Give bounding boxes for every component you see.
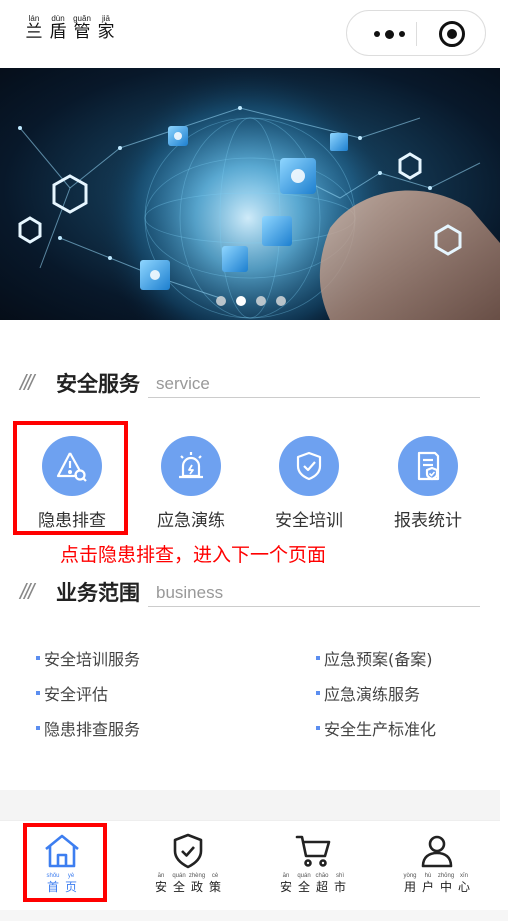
business-item[interactable]: 应急演练服务 <box>316 681 420 705</box>
hanzi: 用 <box>403 880 416 894</box>
business-section-header: /// 业务范围 business <box>20 577 480 611</box>
tab-safety-policy[interactable]: ān 安 quán 全 zhèng 政 cè 策 <box>133 831 243 894</box>
bullet <box>316 656 320 660</box>
service-safety-training[interactable]: 安全培训 <box>254 436 364 531</box>
business-item-label: 安全评估 <box>44 685 109 704</box>
hanzi: 家 <box>97 22 115 42</box>
pinyin: quán <box>297 873 311 879</box>
report-document-icon <box>398 436 458 496</box>
title-char: dùn 盾 <box>48 14 68 42</box>
tab-user-center[interactable]: yòng 用 hù 户 zhōng 中 xīn 心 <box>382 831 492 894</box>
more-dots-icon[interactable] <box>365 23 413 45</box>
carousel-dot[interactable] <box>276 296 286 306</box>
business-item[interactable]: 安全评估 <box>36 681 108 705</box>
shield-check-icon <box>166 831 210 871</box>
business-item-label: 安全生产标准化 <box>324 720 437 739</box>
bullet <box>316 691 320 695</box>
hanzi: 策 <box>208 880 221 894</box>
bullet <box>36 691 40 695</box>
title-char: guǎn 管 <box>72 14 92 42</box>
decorative-slashes: /// <box>20 579 34 604</box>
business-title: 业务范围 <box>56 581 140 605</box>
app-title: lán 兰 dùn 盾 guǎn 管 jiā 家 <box>24 14 116 42</box>
banner-carousel[interactable] <box>0 68 500 320</box>
services-section-header: /// 安全服务 service <box>20 368 480 402</box>
business-subtitle: business <box>156 583 224 602</box>
target-circle-icon[interactable] <box>439 21 465 47</box>
section-spacer <box>0 790 500 820</box>
title-char: jiā 家 <box>96 14 116 42</box>
pinyin: ān <box>282 873 290 879</box>
pinyin: shì <box>335 873 344 879</box>
shield-check-icon <box>279 436 339 496</box>
bullet <box>36 656 40 660</box>
shopping-cart-icon <box>291 831 335 871</box>
pinyin: cè <box>211 873 219 879</box>
business-item-label: 隐患排查服务 <box>44 720 141 739</box>
bullet <box>36 726 40 730</box>
bottom-safe-area <box>0 910 508 921</box>
business-item-label: 应急演练服务 <box>324 685 421 704</box>
hanzi: 户 <box>421 880 434 894</box>
carousel-dot[interactable] <box>236 296 246 306</box>
pinyin: zhōng <box>437 873 455 879</box>
capsule-divider <box>416 22 417 46</box>
business-item[interactable]: 安全培训服务 <box>36 646 140 670</box>
divider-line <box>148 397 480 398</box>
pinyin: hù <box>424 873 432 879</box>
service-report-statistics[interactable]: 报表统计 <box>373 436 483 531</box>
hanzi: 盾 <box>49 22 67 42</box>
instruction-hint: 点击隐患排查，进入下一个页面 <box>60 544 327 566</box>
carousel-dot[interactable] <box>216 296 226 306</box>
highlight-box-home-tab <box>23 823 107 902</box>
service-label: 应急演练 <box>157 511 225 531</box>
hanzi: 中 <box>439 880 452 894</box>
title-char: lán 兰 <box>24 14 44 42</box>
banner-image <box>18 68 500 320</box>
services-title: 安全服务 <box>56 372 140 396</box>
hanzi: 管 <box>73 22 91 42</box>
business-item[interactable]: 安全生产标准化 <box>316 716 436 740</box>
business-item-label: 安全培训服务 <box>44 650 141 669</box>
pinyin: zhèng <box>188 873 206 879</box>
carousel-dot[interactable] <box>256 296 266 306</box>
pinyin: xīn <box>459 873 468 879</box>
tab-label: ān 安 quán 全 zhèng 政 cè 策 <box>153 873 223 894</box>
business-item-label: 应急预案(备案) <box>324 650 433 669</box>
highlight-box-hazard <box>13 421 128 535</box>
service-label: 报表统计 <box>394 511 462 531</box>
hanzi: 全 <box>172 880 185 894</box>
decorative-slashes: /// <box>20 370 34 395</box>
tab-safety-mall[interactable]: ān 安 quán 全 chāo 超 shì 市 <box>258 831 368 894</box>
alarm-siren-icon <box>161 436 221 496</box>
hanzi: 安 <box>154 880 167 894</box>
hanzi: 政 <box>190 880 203 894</box>
divider-line <box>148 606 480 607</box>
miniprogram-capsule <box>346 10 486 56</box>
hanzi: 超 <box>315 880 328 894</box>
hanzi: 全 <box>297 880 310 894</box>
tab-label: ān 安 quán 全 chāo 超 shì 市 <box>278 873 348 894</box>
pinyin: quán <box>172 873 186 879</box>
bullet <box>316 726 320 730</box>
hanzi: 心 <box>457 880 470 894</box>
tab-label: yòng 用 hù 户 zhōng 中 xīn 心 <box>402 873 472 894</box>
hanzi: 市 <box>333 880 346 894</box>
user-icon <box>415 831 459 871</box>
hanzi: 安 <box>279 880 292 894</box>
pinyin: ān <box>157 873 165 879</box>
pinyin: yòng <box>403 873 417 879</box>
business-item[interactable]: 应急预案(备案) <box>316 646 433 670</box>
service-label: 安全培训 <box>275 511 343 531</box>
services-subtitle: service <box>156 374 210 393</box>
nav-header: lán 兰 dùn 盾 guǎn 管 jiā 家 <box>0 0 508 68</box>
hanzi: 兰 <box>25 22 43 42</box>
service-emergency-drill[interactable]: 应急演练 <box>136 436 246 531</box>
carousel-indicators[interactable] <box>216 296 286 306</box>
business-item[interactable]: 隐患排查服务 <box>36 716 140 740</box>
pinyin: chāo <box>315 873 329 879</box>
